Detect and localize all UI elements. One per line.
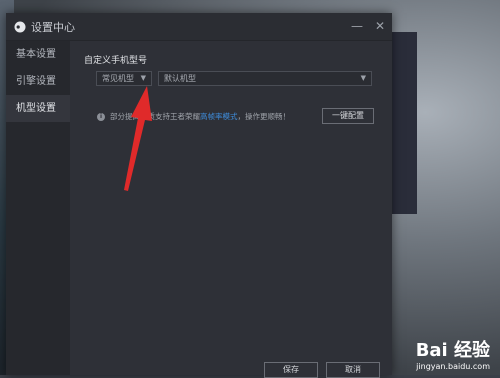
- sidebar-item-model[interactable]: 机型设置: [6, 95, 70, 122]
- chevron-down-icon: ▼: [360, 74, 366, 82]
- info-text-after: ，操作更顺畅！: [237, 112, 291, 121]
- content-panel: 自定义手机型号 常见机型 ▼ 默认机型 ▼ i 部分提高画质支持王者荣耀 高帧率…: [70, 41, 392, 378]
- info-message: i 部分提高画质支持王者荣耀 高帧率模式 ，操作更顺畅！: [97, 111, 290, 122]
- model-select[interactable]: 默认机型 ▼: [158, 71, 372, 86]
- brand-select[interactable]: 常见机型 ▼: [96, 71, 152, 86]
- info-icon: i: [97, 112, 105, 121]
- high-fps-link[interactable]: 高帧率模式: [200, 111, 238, 122]
- settings-dialog: 设置中心 — ✕ 基本设置 引擎设置 机型设置 自定义手机型号 常见机型 ▼ 默…: [6, 13, 392, 378]
- app-logo-icon: [13, 20, 26, 33]
- sidebar: 基本设置 引擎设置 机型设置: [6, 41, 70, 375]
- save-button[interactable]: 保存: [264, 362, 318, 378]
- background-window-inner: [391, 32, 417, 214]
- brand-select-value: 常见机型: [102, 74, 134, 83]
- cancel-button[interactable]: 取消: [326, 362, 380, 378]
- sidebar-item-engine[interactable]: 引擎设置: [6, 68, 70, 95]
- minimize-button[interactable]: —: [350, 19, 364, 33]
- watermark-url: jingyan.baidu.com: [416, 362, 490, 371]
- one-click-config-button[interactable]: 一键配置: [322, 108, 374, 124]
- watermark-brand: Bai 经验: [415, 340, 490, 361]
- sidebar-item-basic[interactable]: 基本设置: [6, 41, 70, 68]
- chevron-down-icon: ▼: [140, 74, 146, 82]
- model-select-value: 默认机型: [164, 74, 196, 83]
- window-title: 设置中心: [31, 20, 75, 34]
- info-text-before: 部分提高画质支持王者荣耀: [110, 112, 200, 121]
- section-title: 自定义手机型号: [84, 56, 148, 66]
- title-bar: 设置中心 — ✕: [6, 13, 392, 41]
- close-button[interactable]: ✕: [373, 19, 387, 33]
- baidu-watermark: Bai 经验 jingyan.baidu.com: [416, 336, 490, 371]
